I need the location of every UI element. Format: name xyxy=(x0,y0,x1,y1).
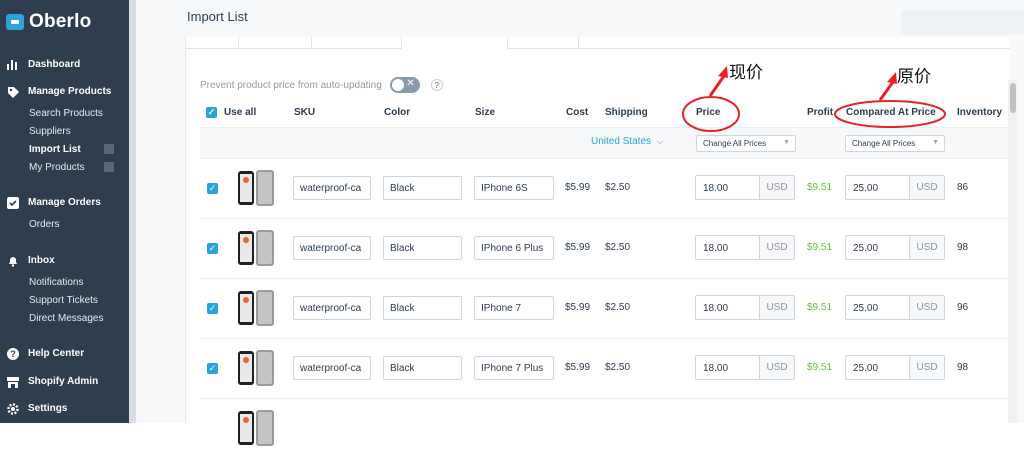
annotation-overlay xyxy=(682,66,946,132)
compared-price-highlight-ellipse xyxy=(834,100,946,128)
price-arrow-head xyxy=(718,66,728,78)
current-price-annotation: 现价 xyxy=(729,63,763,83)
compared-arrow xyxy=(878,81,895,101)
original-price-annotation: 原价 xyxy=(897,67,931,87)
price-highlight-ellipse xyxy=(682,96,740,132)
price-arrow xyxy=(708,75,726,97)
compared-arrow-head xyxy=(887,72,897,84)
